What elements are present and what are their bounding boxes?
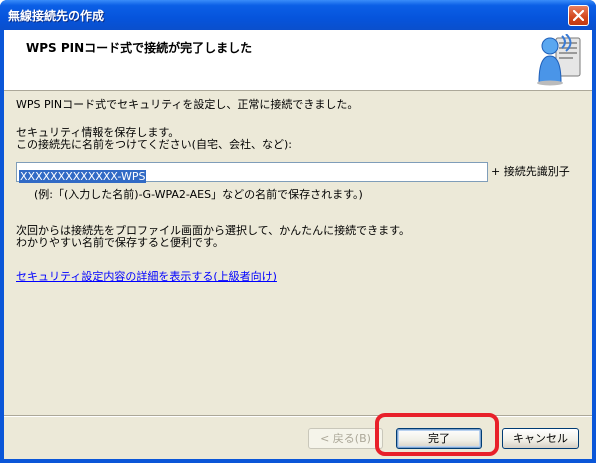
example-text: (例:「(入力した名前)-G-WPA2-AES」などの名前で保存されます。): [34, 188, 363, 201]
status-message: WPS PINコード式でセキュリティを設定し、正常に接続できました。: [16, 98, 359, 111]
cancel-button[interactable]: キャンセル: [502, 428, 579, 449]
dialog-window: 無線接続先の作成 WPS PINコード式で接続が完了しました WPS PINコー…: [0, 0, 596, 463]
window-title: 無線接続先の作成: [8, 9, 105, 23]
connection-name-input[interactable]: XXXXXXXXXXXXX-WPS: [16, 162, 488, 183]
name-prompt-text: この接続先に名前をつけてください(自宅、会社、など):: [16, 138, 292, 151]
title-bar[interactable]: 無線接続先の作成: [0, 0, 596, 30]
connection-name-value: XXXXXXXXXXXXX-WPS: [19, 170, 147, 183]
close-button[interactable]: [568, 5, 589, 26]
dialog-header: WPS PINコード式で接続が完了しました: [4, 30, 592, 91]
dialog-body: WPS PINコード式で接続が完了しました WPS PINコード式でセキュリティ…: [4, 30, 592, 459]
wireless-user-icon: [537, 34, 581, 86]
header-title: WPS PINコード式で接続が完了しました: [26, 41, 253, 55]
close-icon: [573, 10, 584, 21]
details-link[interactable]: セキュリティ設定内容の詳細を表示する(上級者向け): [16, 268, 277, 284]
suffix-label: + 接続先識別子: [491, 165, 570, 178]
footer-divider: [4, 415, 592, 417]
info-text-2: わかりやすい名前で保存すると便利です。: [16, 236, 224, 249]
finish-button-highlight: [375, 413, 499, 456]
back-button[interactable]: < 戻る(B): [308, 428, 383, 449]
